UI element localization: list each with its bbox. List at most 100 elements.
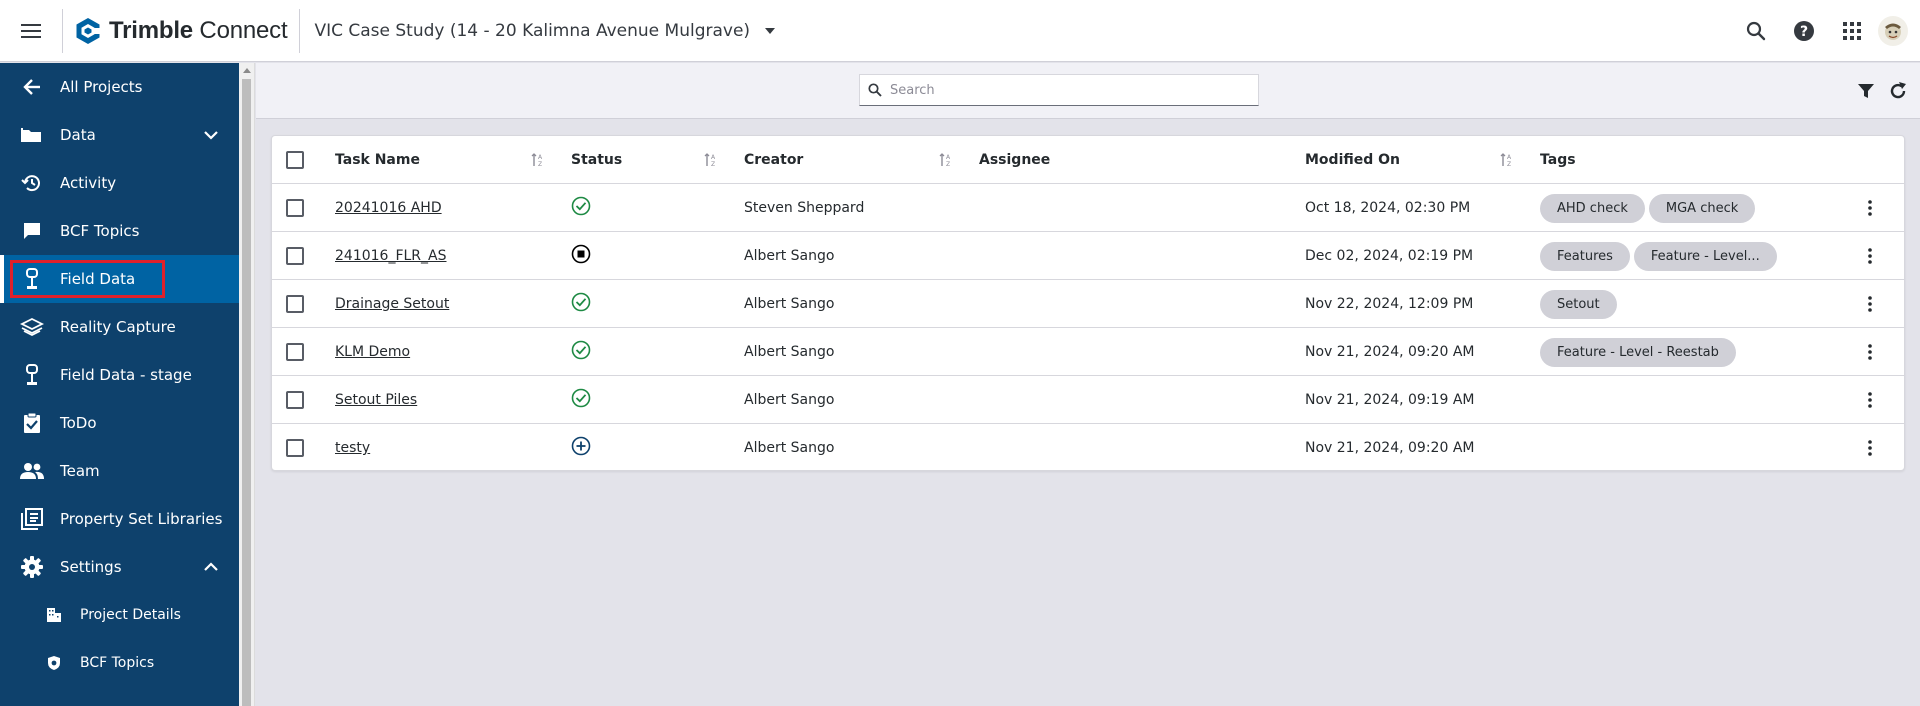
main-content: Task Name AZ Status AZ Creator AZ Assign…: [256, 63, 1920, 706]
status-cell: [571, 232, 591, 280]
sidebar-item-data[interactable]: Data: [0, 111, 239, 159]
sidebar-item-bcf-topics-settings[interactable]: BCF Topics: [0, 639, 239, 687]
sidebar-item-reality-capture[interactable]: Reality Capture: [0, 303, 239, 351]
chevron-up-icon[interactable]: [203, 555, 219, 583]
tag-chip[interactable]: MGA check: [1648, 193, 1756, 223]
tag-chip[interactable]: Features: [1540, 241, 1630, 271]
modified-on-cell: Oct 18, 2024, 02:30 PM: [1305, 200, 1471, 216]
filter-icon[interactable]: [1850, 75, 1882, 107]
help-icon[interactable]: ?: [1780, 7, 1828, 55]
svg-text:Z: Z: [711, 161, 715, 168]
search-input[interactable]: [890, 82, 1250, 98]
table-row[interactable]: 20241016 AHD Steven Sheppard Oct 18, 202…: [272, 184, 1904, 232]
task-name-link[interactable]: KLM Demo: [335, 344, 410, 360]
sidebar-scrollbar[interactable]: [239, 63, 255, 706]
caret-down-icon[interactable]: [764, 27, 776, 35]
svg-text:Z: Z: [1507, 161, 1511, 168]
tags-cell: Features Feature - Level...: [1540, 232, 1781, 280]
column-header-assignee[interactable]: Assignee: [979, 136, 1050, 184]
status-cell: [571, 376, 591, 424]
app-grid-icon[interactable]: [1828, 7, 1876, 55]
sort-icon[interactable]: AZ: [939, 152, 953, 172]
scrollbar-thumb[interactable]: [242, 79, 251, 706]
select-all-checkbox[interactable]: [286, 151, 304, 169]
search-box[interactable]: [859, 74, 1259, 106]
table-row[interactable]: 241016_FLR_AS Albert Sango Dec 02, 2024,…: [272, 232, 1904, 280]
more-options-icon[interactable]: [1858, 196, 1882, 220]
task-name-link[interactable]: 241016_FLR_AS: [335, 248, 447, 264]
more-options-icon[interactable]: [1858, 340, 1882, 364]
row-checkbox[interactable]: [286, 295, 304, 313]
status-cell: [571, 424, 591, 470]
tag-chip[interactable]: AHD check: [1540, 193, 1645, 223]
sidebar-item-field-data[interactable]: Field Data: [0, 255, 239, 303]
sidebar-item-bcf-topics[interactable]: BCF Topics: [0, 207, 239, 255]
trimble-logo-icon: [76, 17, 101, 44]
more-options-icon[interactable]: [1858, 244, 1882, 268]
table-row[interactable]: Setout Piles Albert Sango Nov 21, 2024, …: [272, 376, 1904, 424]
table-row[interactable]: Drainage Setout Albert Sango Nov 22, 202…: [272, 280, 1904, 328]
tag-chip[interactable]: Feature - Level...: [1633, 241, 1777, 271]
row-checkbox[interactable]: [286, 439, 304, 457]
chevron-down-icon[interactable]: [203, 123, 219, 151]
task-name-link[interactable]: Setout Piles: [335, 392, 417, 408]
sidebar: All Projects Data Activity BCF Topics Fi…: [0, 63, 239, 706]
sidebar-item-activity[interactable]: Activity: [0, 159, 239, 207]
sidebar-item-label: All Projects: [60, 78, 143, 96]
row-checkbox[interactable]: [286, 199, 304, 217]
table-row[interactable]: KLM Demo Albert Sango Nov 21, 2024, 09:2…: [272, 328, 1904, 376]
task-name-link[interactable]: 20241016 AHD: [335, 200, 442, 216]
row-checkbox[interactable]: [286, 343, 304, 361]
status-completed-icon: [571, 340, 591, 364]
modified-on-cell: Nov 22, 2024, 12:09 PM: [1305, 296, 1474, 312]
creator-cell: Albert Sango: [744, 248, 835, 264]
layers-icon: [20, 315, 44, 339]
column-header-status[interactable]: Status: [571, 136, 622, 184]
menu-icon[interactable]: [0, 0, 62, 62]
svg-text:A: A: [711, 154, 716, 161]
more-options-icon[interactable]: [1858, 292, 1882, 316]
sidebar-item-label: Reality Capture: [60, 318, 176, 336]
task-name-link[interactable]: testy: [335, 440, 370, 456]
sidebar-item-settings[interactable]: Settings: [0, 543, 239, 591]
tag-chip[interactable]: Feature - Level - Reestab: [1540, 337, 1736, 367]
more-options-icon[interactable]: [1858, 388, 1882, 412]
divider: [299, 8, 301, 53]
project-title: VIC Case Study (14 - 20 Kalimna Avenue M…: [314, 20, 751, 41]
scroll-up-arrow[interactable]: [243, 68, 251, 73]
row-checkbox[interactable]: [286, 247, 304, 265]
search-icon: [868, 83, 882, 97]
table-row[interactable]: testy Albert Sango Nov 21, 2024, 09:20 A…: [272, 424, 1904, 470]
creator-cell: Albert Sango: [744, 392, 835, 408]
refresh-icon[interactable]: [1882, 75, 1914, 107]
column-header-creator[interactable]: Creator: [744, 136, 803, 184]
column-header-modified-on[interactable]: Modified On: [1305, 136, 1400, 184]
select-all-cell: [286, 136, 304, 184]
tag-chip[interactable]: Setout: [1540, 289, 1617, 319]
sidebar-item-team[interactable]: Team: [0, 447, 239, 495]
sidebar-item-project-details[interactable]: Project Details: [0, 591, 239, 639]
table-header: Task Name AZ Status AZ Creator AZ Assign…: [272, 136, 1904, 184]
task-name-cell: 241016_FLR_AS: [335, 232, 447, 280]
modified-on-cell: Nov 21, 2024, 09:19 AM: [1305, 392, 1475, 408]
row-checkbox[interactable]: [286, 391, 304, 409]
task-name-link[interactable]: Drainage Setout: [335, 296, 449, 312]
sort-icon[interactable]: AZ: [704, 152, 718, 172]
trimble-connect-logo[interactable]: Trimble Connect: [63, 0, 299, 62]
task-name-cell: Setout Piles: [335, 376, 417, 424]
column-header-task-name[interactable]: Task Name: [335, 136, 420, 184]
sidebar-item-field-data-stage[interactable]: Field Data - stage: [0, 351, 239, 399]
sort-icon[interactable]: AZ: [531, 152, 545, 172]
sidebar-item-property-set-libraries[interactable]: Property Set Libraries: [0, 495, 239, 543]
sort-icon[interactable]: AZ: [1500, 152, 1514, 172]
svg-text:?: ?: [1800, 24, 1808, 40]
avatar[interactable]: [1878, 16, 1908, 46]
more-options-icon[interactable]: [1858, 436, 1882, 460]
search-icon[interactable]: [1732, 7, 1780, 55]
sidebar-item-todo[interactable]: ToDo: [0, 399, 239, 447]
column-header-tags[interactable]: Tags: [1540, 136, 1576, 184]
creator-cell: Albert Sango: [744, 344, 835, 360]
status-cell: [571, 328, 591, 376]
sidebar-item-label: Data: [60, 126, 96, 144]
sidebar-item-all-projects[interactable]: All Projects: [0, 63, 239, 111]
